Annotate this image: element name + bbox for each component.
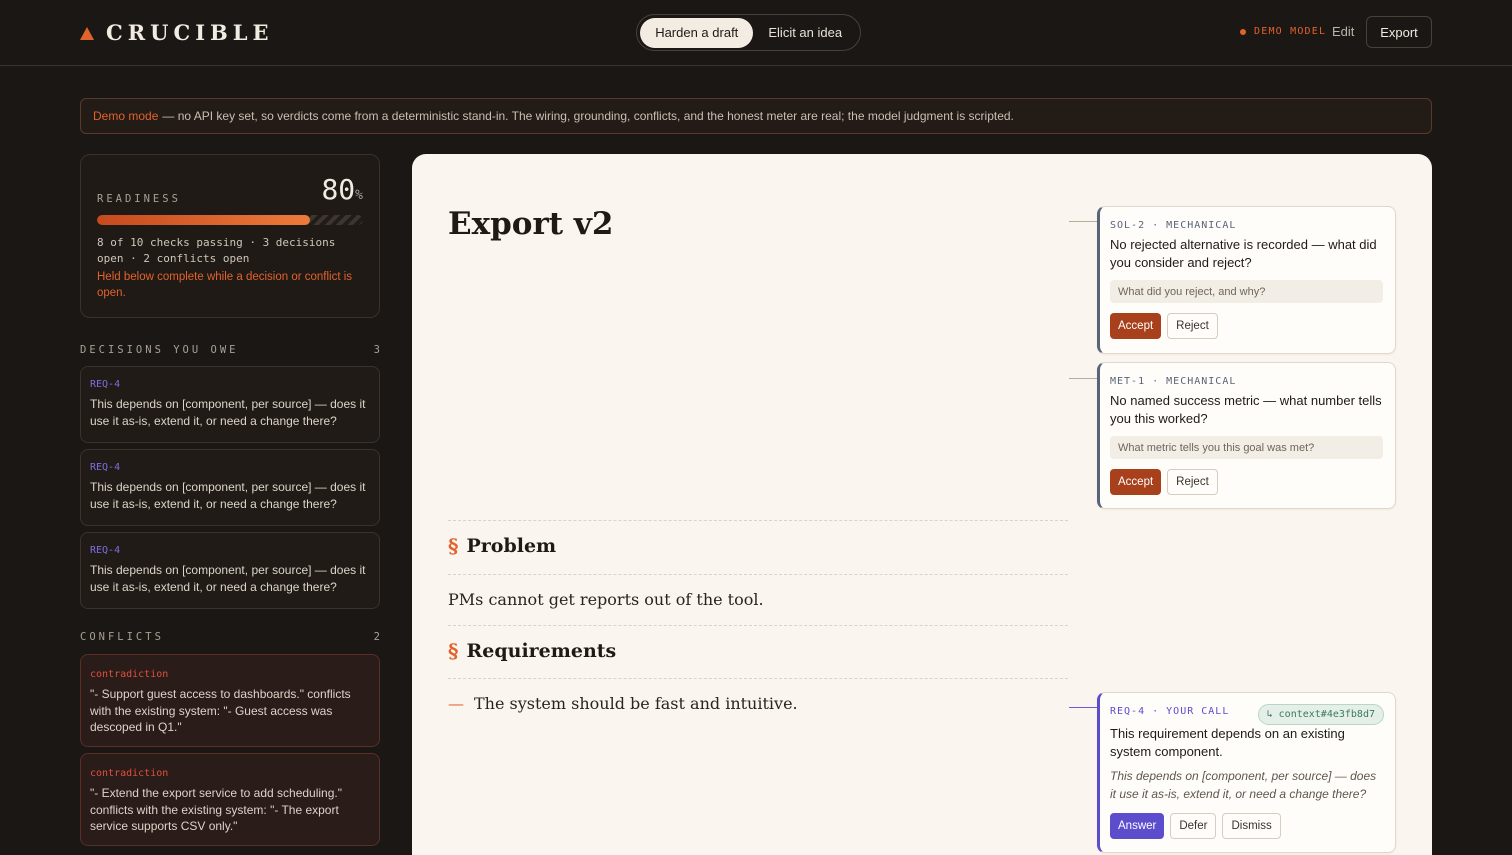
finding-tag: SOL-2 · MECHANICAL — [1110, 220, 1237, 231]
finding-note: This depends on [component, per source] … — [1110, 769, 1377, 801]
readiness-unit: % — [355, 188, 363, 203]
status-dot-icon — [1240, 28, 1246, 35]
finding-actions: Answer Defer Dismiss — [1110, 813, 1383, 839]
finding-tag: MET-1 · MECHANICAL — [1110, 376, 1237, 387]
export-button[interactable]: Export — [1366, 16, 1432, 48]
mode-switch: Harden a draft Elicit an idea — [636, 14, 861, 51]
divider — [448, 625, 1068, 626]
defer-button[interactable]: Defer — [1170, 813, 1217, 839]
finding-actions: Accept Reject — [1110, 313, 1383, 339]
mode-harden-draft[interactable]: Harden a draft — [640, 17, 754, 48]
section-symbol-icon: § — [448, 639, 459, 663]
conflict-card[interactable]: contradiction "- Support guest access to… — [80, 654, 380, 747]
top-bar: CRUCIBLE Harden a draft Elicit an idea D… — [0, 0, 1512, 66]
finding-connector — [1069, 221, 1097, 222]
reject-button[interactable]: Reject — [1167, 469, 1218, 495]
finding-response-input[interactable]: What metric tells you this goal was met? — [1110, 436, 1383, 459]
document-panel: Export v2 § Problem PMs cannot get repor… — [412, 154, 1432, 855]
section-title: Problem — [466, 535, 557, 557]
decision-tag: REQ-4 — [90, 462, 121, 473]
problem-text: PMs cannot get reports out of the tool. — [448, 590, 764, 609]
dismiss-button[interactable]: Dismiss — [1222, 813, 1281, 839]
readiness-value: 80% — [321, 173, 363, 206]
decision-text: This depends on [component, per source] … — [90, 563, 366, 594]
bullet-dash-icon: — — [448, 694, 464, 713]
section-title: Requirements — [466, 640, 617, 662]
divider — [448, 678, 1068, 679]
section-problem-heading: § Problem — [448, 534, 556, 558]
context-chip[interactable]: ↳ context#4e3fb8d7 — [1257, 704, 1384, 725]
section-requirements-heading: § Requirements — [448, 639, 616, 663]
brand-name: CRUCIBLE — [106, 20, 274, 45]
finding-card-sol-2: SOL-2 · MECHANICAL No rejected alternati… — [1097, 206, 1396, 354]
demo-model-label: DEMO MODEL — [1254, 26, 1327, 37]
finding-question: No named success metric — what number te… — [1110, 393, 1382, 426]
finding-card-met-1: MET-1 · MECHANICAL No named success metr… — [1097, 362, 1396, 509]
finding-actions: Accept Reject — [1110, 469, 1383, 495]
decision-text: This depends on [component, per source] … — [90, 480, 366, 511]
readiness-progress-fill — [97, 215, 310, 225]
logo-triangle-icon — [80, 27, 94, 40]
readiness-progress-bar — [97, 215, 363, 225]
requirement-item[interactable]: — The system should be fast and intuitiv… — [448, 694, 798, 713]
readiness-number: 80 — [321, 173, 356, 206]
finding-connector — [1069, 378, 1097, 379]
decisions-title: DECISIONS YOU OWE — [80, 344, 239, 356]
readiness-stats: 8 of 10 checks passing · 3 decisions ope… — [97, 236, 336, 265]
demo-mode-banner: Demo mode — no API key set, so verdicts … — [80, 98, 1432, 134]
decision-card[interactable]: REQ-4 This depends on [component, per so… — [80, 449, 380, 526]
decision-tag: REQ-4 — [90, 545, 121, 556]
finding-question: This requirement depends on an existing … — [1110, 726, 1345, 759]
finding-question: No rejected alternative is recorded — wh… — [1110, 237, 1377, 270]
banner-text: — no API key set, so verdicts come from … — [162, 109, 1014, 123]
decisions-count: 3 — [373, 344, 380, 356]
demo-model-badge: DEMO MODEL — [1240, 26, 1326, 37]
conflict-text: "- Extend the export service to add sche… — [90, 786, 342, 833]
requirement-text: The system should be fast and intuitive. — [474, 694, 798, 713]
mode-elicit-idea[interactable]: Elicit an idea — [753, 18, 857, 48]
decision-tag: REQ-4 — [90, 379, 121, 390]
accept-button[interactable]: Accept — [1110, 313, 1162, 339]
divider — [448, 520, 1068, 521]
conflicts-count: 2 — [373, 631, 380, 643]
edit-button[interactable]: Edit — [1332, 24, 1354, 39]
banner-highlight: Demo mode — [93, 109, 159, 123]
readiness-label: READINESS — [97, 193, 181, 205]
conflict-card[interactable]: contradiction "- Extend the export servi… — [80, 753, 380, 846]
decision-card[interactable]: REQ-4 This depends on [component, per so… — [80, 532, 380, 609]
readiness-warning: Held below complete while a decision or … — [97, 271, 353, 299]
document-title: Export v2 — [448, 206, 614, 242]
answer-button[interactable]: Answer — [1110, 813, 1165, 839]
decision-card[interactable]: REQ-4 This depends on [component, per so… — [80, 366, 380, 443]
decisions-heading: DECISIONS YOU OWE 3 — [80, 344, 380, 356]
finding-response-input[interactable]: What did you reject, and why? — [1110, 280, 1383, 303]
conflict-tag: contradiction — [90, 768, 169, 779]
conflicts-heading: CONFLICTS 2 — [80, 631, 380, 643]
accept-button[interactable]: Accept — [1110, 469, 1162, 495]
divider — [448, 574, 1068, 575]
section-symbol-icon: § — [448, 534, 459, 558]
finding-card-req-4: REQ-4 · YOUR CALL ↳ context#4e3fb8d7 Thi… — [1097, 692, 1396, 853]
decision-text: This depends on [component, per source] … — [90, 397, 366, 428]
conflict-tag: contradiction — [90, 669, 169, 680]
conflict-text: "- Support guest access to dashboards." … — [90, 687, 351, 734]
reject-button[interactable]: Reject — [1167, 313, 1218, 339]
conflicts-title: CONFLICTS — [80, 631, 164, 643]
brand[interactable]: CRUCIBLE — [80, 20, 274, 45]
finding-connector — [1069, 707, 1097, 708]
readiness-card: READINESS 80% 8 of 10 checks passing · 3… — [80, 154, 380, 318]
